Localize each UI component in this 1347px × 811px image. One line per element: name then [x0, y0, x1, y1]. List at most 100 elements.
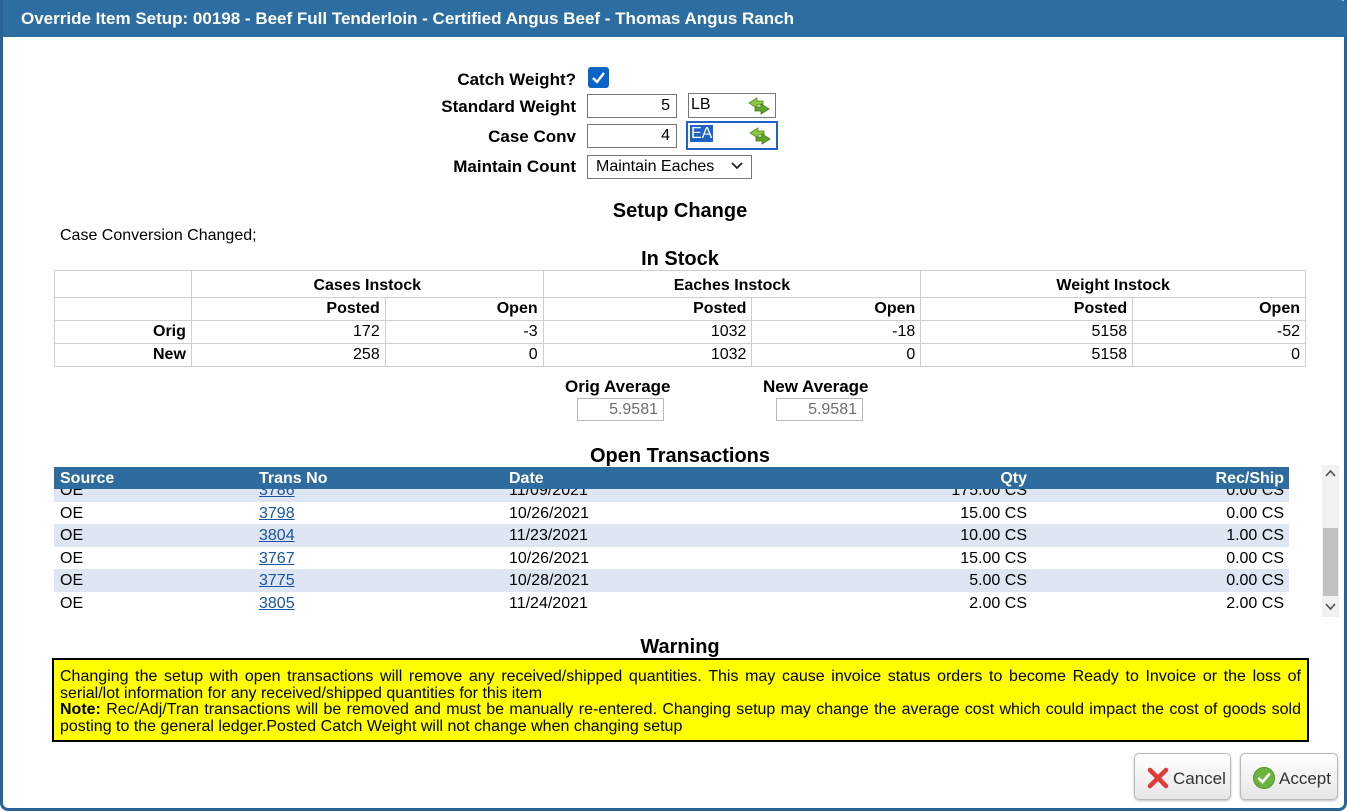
table-row[interactable]: OE 3804 11/23/2021 10.00 CS 1.00 CS: [54, 524, 1289, 547]
table-row[interactable]: OE 3798 10/26/2021 15.00 CS 0.00 CS: [54, 502, 1289, 525]
trans-no-link[interactable]: 3805: [259, 595, 295, 612]
column-header-qty[interactable]: Qty: [1000, 470, 1027, 488]
cancel-button-label: Cancel: [1173, 769, 1226, 788]
orig-average-label: Orig Average: [565, 377, 671, 396]
date-cell: 10/28/2021: [509, 572, 590, 589]
scrollbar-thumb[interactable]: [1323, 528, 1338, 596]
new-average-label: New Average: [763, 377, 869, 396]
trans-no-link[interactable]: 3798: [259, 505, 295, 522]
table-cell: 0: [384, 343, 544, 367]
case-conv-input[interactable]: 4: [587, 124, 677, 148]
standard-weight-uom-field[interactable]: LB: [688, 93, 776, 118]
row-label: New: [54, 343, 192, 367]
date-cell: 11/24/2021: [509, 594, 588, 612]
column-header: Open: [751, 297, 922, 321]
orig-average-field: 5.9581: [577, 398, 664, 421]
column-header: Posted: [190, 297, 386, 321]
column-header-date[interactable]: Date: [509, 470, 544, 488]
table-row: Orig 172 -3 1032 -18 5158 -52: [54, 320, 1306, 344]
rec-ship-cell: 2.00 CS: [1226, 594, 1284, 612]
table-row[interactable]: OE 3805 11/24/2021 2.00 CS 2.00 CS: [54, 592, 1289, 615]
warning-note-label: Note:: [60, 701, 101, 718]
override-item-setup-dialog: Override Item Setup: 00198 - Beef Full T…: [0, 0, 1347, 811]
accept-button-label: Accept: [1279, 769, 1331, 788]
table-cell: -3: [384, 320, 544, 344]
qty-cell: 15.00 CS: [960, 504, 1027, 522]
date-cell: 10/26/2021: [509, 504, 590, 522]
case-conv-label: Case Conv: [488, 127, 576, 146]
chevron-down-icon: [731, 162, 743, 170]
column-header: Posted: [542, 297, 753, 321]
column-header: Open: [1132, 297, 1306, 321]
date-cell: 10/26/2021: [509, 549, 590, 567]
maintain-count-select[interactable]: Maintain Eaches: [587, 155, 752, 179]
qty-cell: 10.00 CS: [960, 527, 1027, 544]
setup-change-title: Setup Change: [612, 200, 748, 222]
standard-weight-input[interactable]: 5: [587, 94, 677, 118]
rec-ship-cell: 1.00 CS: [1226, 527, 1284, 544]
rec-ship-cell: 0.00 CS: [1226, 572, 1284, 589]
column-group-header: Cases Instock: [190, 270, 544, 298]
uom-lookup-icon[interactable]: [748, 126, 772, 146]
qty-cell: 15.00 CS: [960, 549, 1027, 567]
table-cell: 1032: [542, 320, 753, 344]
red-x-icon: [1147, 767, 1169, 789]
table-row[interactable]: OE 3775 10/28/2021 5.00 CS 0.00 CS: [54, 569, 1289, 592]
catch-weight-checkbox[interactable]: [588, 67, 609, 88]
table-row: New 258 0 1032 0 5158 0: [54, 343, 1306, 367]
warning-note-text: Rec/Adj/Tran transactions will be remove…: [60, 701, 1301, 735]
maintain-count-label: Maintain Count: [453, 157, 576, 176]
column-header-rec-ship[interactable]: Rec/Ship: [1216, 470, 1284, 488]
source-cell: OE: [60, 549, 84, 567]
column-header: Posted: [920, 297, 1134, 321]
source-cell: OE: [60, 527, 84, 544]
table-cell: -18: [751, 320, 922, 344]
dialog-title: Override Item Setup: 00198 - Beef Full T…: [3, 0, 1347, 37]
grid-scrollbar[interactable]: [1322, 465, 1339, 617]
in-stock-title: In Stock: [641, 248, 719, 270]
scroll-down-icon[interactable]: [1325, 603, 1336, 611]
qty-cell: 5.00 CS: [969, 572, 1027, 589]
rec-ship-cell: 0.00 CS: [1226, 504, 1284, 522]
source-cell: OE: [60, 504, 84, 522]
new-average-field: 5.9581: [776, 398, 863, 421]
warning-box: Changing the setup with open transaction…: [52, 658, 1309, 742]
column-group-header: Weight Instock: [920, 270, 1306, 298]
table-cell: 5158: [920, 343, 1134, 367]
standard-weight-uom: LB: [691, 96, 711, 113]
open-transactions-title: Open Transactions: [589, 445, 771, 467]
trans-no-link[interactable]: 3767: [259, 550, 295, 567]
trans-no-link[interactable]: 3775: [259, 572, 295, 589]
table-row[interactable]: OE 3767 10/26/2021 15.00 CS 0.00 CS: [54, 547, 1289, 570]
table-cell: 258: [190, 343, 386, 367]
uom-lookup-icon[interactable]: [747, 96, 771, 116]
column-header: Open: [384, 297, 544, 321]
in-stock-table: Cases Instock Eaches Instock Weight Inst…: [54, 270, 1306, 367]
table-header-row: Cases Instock Eaches Instock Weight Inst…: [54, 270, 1306, 298]
case-conv-uom: EA: [690, 125, 714, 142]
catch-weight-label: Catch Weight?: [457, 70, 576, 89]
scroll-up-icon[interactable]: [1325, 469, 1336, 477]
maintain-count-value: Maintain Eaches: [596, 158, 715, 175]
standard-weight-label: Standard Weight: [441, 97, 576, 116]
grid-header-row: Source Trans No Date Qty Rec/Ship: [54, 467, 1289, 489]
row-label: Orig: [54, 320, 192, 344]
table-cell: 0: [751, 343, 922, 367]
case-conv-uom-field[interactable]: EA: [686, 121, 778, 150]
date-cell: 11/23/2021: [509, 527, 588, 544]
table-cell: 1032: [542, 343, 753, 367]
column-group-header: Eaches Instock: [542, 270, 922, 298]
green-check-icon: [1253, 767, 1275, 789]
column-header-trans-no[interactable]: Trans No: [259, 470, 327, 488]
cancel-button[interactable]: Cancel: [1134, 753, 1231, 800]
checkmark-icon: [592, 72, 605, 84]
table-cell: 5158: [920, 320, 1134, 344]
column-header-source[interactable]: Source: [60, 470, 114, 488]
source-cell: OE: [60, 594, 84, 612]
warning-title: Warning: [640, 636, 720, 658]
trans-no-link[interactable]: 3804: [259, 527, 295, 544]
table-cell: -52: [1132, 320, 1306, 344]
accept-button[interactable]: Accept: [1240, 753, 1338, 800]
open-transactions-grid: Source Trans No Date Qty Rec/Ship OE 378…: [54, 467, 1289, 617]
source-cell: OE: [60, 572, 84, 589]
